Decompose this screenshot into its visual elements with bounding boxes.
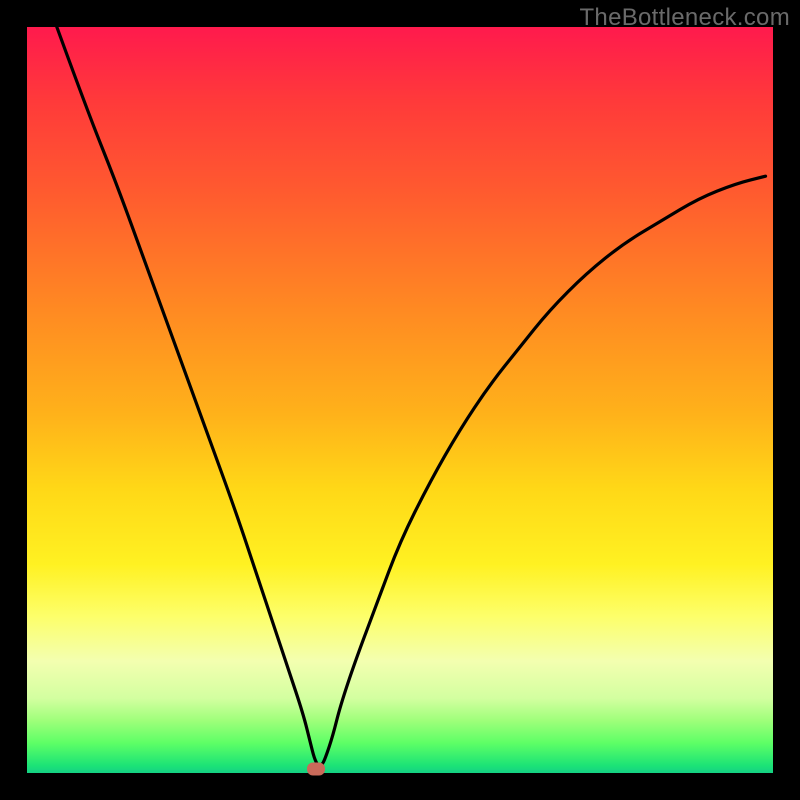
- curve-svg: [27, 27, 773, 773]
- optimum-marker: [307, 763, 325, 776]
- bottleneck-curve: [57, 27, 766, 766]
- watermark-text: TheBottleneck.com: [579, 4, 790, 32]
- chart-frame: TheBottleneck.com: [0, 0, 800, 800]
